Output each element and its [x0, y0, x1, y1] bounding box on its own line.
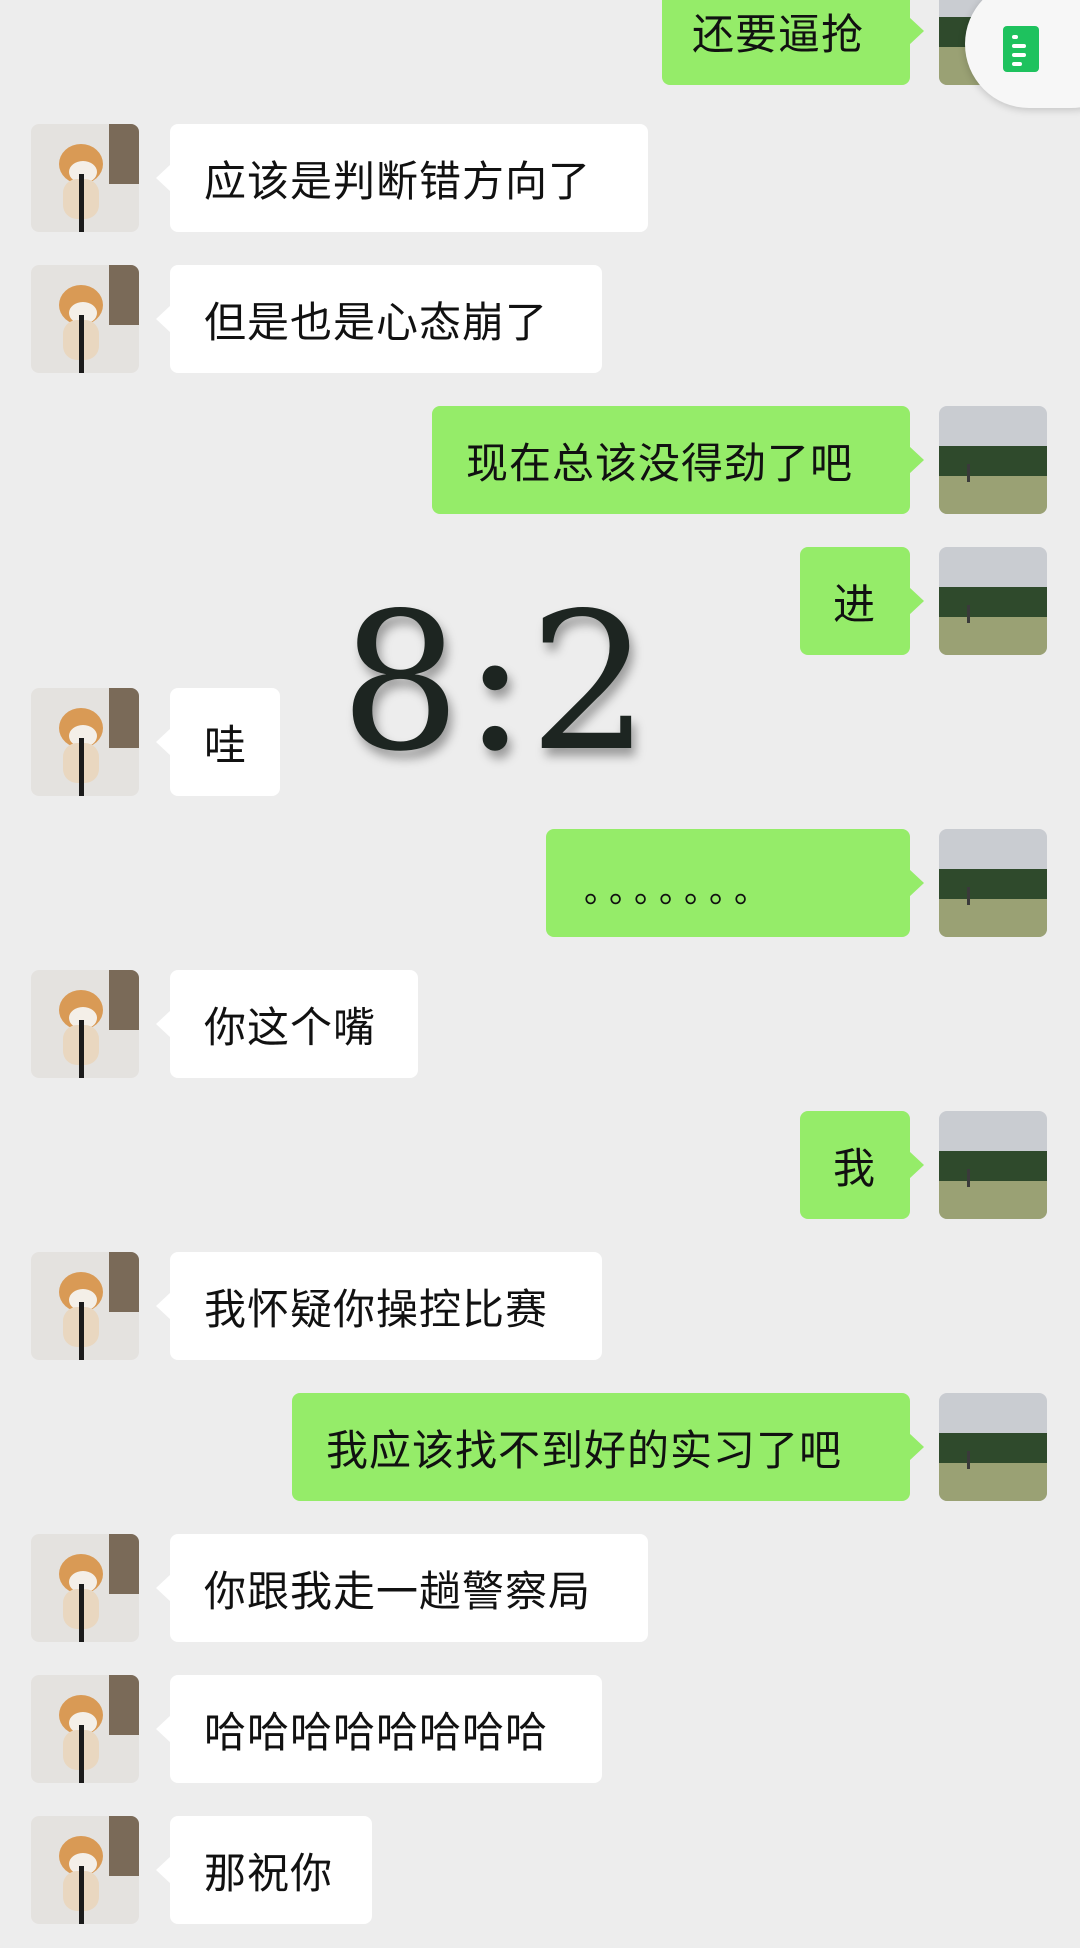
message-text: 我怀疑你操控比赛 [204, 1284, 549, 1334]
message-text: 但是也是心态崩了 [204, 297, 549, 347]
message-bubble-incoming[interactable]: 哇 [156, 688, 280, 796]
contact-avatar[interactable] [31, 970, 139, 1078]
message-text: 还要逼抢 [692, 9, 865, 59]
field-photo-icon [939, 1393, 1047, 1501]
score-overlay-text: 8:2 [340, 572, 652, 793]
message-bubble-outgoing[interactable]: 现在总该没得劲了吧 [432, 406, 924, 514]
field-photo-icon [939, 1111, 1047, 1219]
field-photo-icon [939, 547, 1047, 655]
message-row: 但是也是心态崩了 [0, 265, 1080, 373]
contact-avatar[interactable] [31, 1675, 139, 1783]
contact-avatar[interactable] [31, 688, 139, 796]
shiba-dog-photo-icon [31, 124, 139, 232]
shiba-dog-photo-icon [31, 1252, 139, 1360]
message-text: 应该是判断错方向了 [204, 156, 592, 206]
message-row: 现在总该没得劲了吧 [0, 406, 1080, 514]
field-photo-icon [939, 406, 1047, 514]
contact-avatar[interactable] [31, 1252, 139, 1360]
message-bubble-outgoing[interactable]: 还要逼抢 [662, 0, 924, 85]
shiba-dog-photo-icon [31, 1816, 139, 1924]
my-avatar[interactable] [939, 406, 1047, 514]
message-text: 哈哈哈哈哈哈哈哈 [204, 1707, 549, 1757]
message-row: 哈哈哈哈哈哈哈哈 [0, 1675, 1080, 1783]
my-avatar[interactable] [939, 1111, 1047, 1219]
message-bubble-incoming[interactable]: 我怀疑你操控比赛 [156, 1252, 602, 1360]
message-row: 那祝你 [0, 1816, 1080, 1924]
message-text: 你跟我走一趟警察局 [204, 1566, 592, 1616]
message-bubble-incoming[interactable]: 那祝你 [156, 1816, 372, 1924]
floating-document-button[interactable] [965, 0, 1080, 108]
message-row: 我怀疑你操控比赛 [0, 1252, 1080, 1360]
message-row: 你跟我走一趟警察局 [0, 1534, 1080, 1642]
message-bubble-incoming[interactable]: 应该是判断错方向了 [156, 124, 648, 232]
message-bubble-outgoing[interactable]: 我 [800, 1111, 924, 1219]
my-avatar[interactable] [939, 829, 1047, 937]
message-text: 进 [833, 579, 877, 629]
contact-avatar[interactable] [31, 124, 139, 232]
my-avatar[interactable] [939, 1393, 1047, 1501]
message-row: 还要逼抢 [0, 0, 1080, 85]
message-bubble-outgoing[interactable]: 我应该找不到好的实习了吧 [292, 1393, 924, 1501]
field-photo-icon [939, 829, 1047, 937]
message-text: 现在总该没得劲了吧 [466, 438, 854, 488]
message-bubble-outgoing[interactable]: 。。。。。。。 [546, 829, 924, 937]
shiba-dog-photo-icon [31, 265, 139, 373]
shiba-dog-photo-icon [31, 688, 139, 796]
document-icon [1003, 26, 1039, 72]
message-bubble-incoming[interactable]: 但是也是心态崩了 [156, 265, 602, 373]
contact-avatar[interactable] [31, 1816, 139, 1924]
message-bubble-incoming[interactable]: 你跟我走一趟警察局 [156, 1534, 648, 1642]
message-text: 我 [833, 1143, 877, 1193]
message-bubble-incoming[interactable]: 你这个嘴 [156, 970, 418, 1078]
contact-avatar[interactable] [31, 265, 139, 373]
message-row: 我 [0, 1111, 1080, 1219]
my-avatar[interactable] [939, 547, 1047, 655]
message-bubble-incoming[interactable]: 哈哈哈哈哈哈哈哈 [156, 1675, 602, 1783]
contact-avatar[interactable] [31, 1534, 139, 1642]
message-row: 我应该找不到好的实习了吧 [0, 1393, 1080, 1501]
message-bubble-outgoing[interactable]: 进 [800, 547, 924, 655]
message-text: 哇 [204, 720, 248, 770]
message-text: 。。。。。。。 [584, 870, 776, 911]
message-row: 。。。。。。。 [0, 829, 1080, 937]
shiba-dog-photo-icon [31, 1534, 139, 1642]
shiba-dog-photo-icon [31, 1675, 139, 1783]
message-row: 你这个嘴 [0, 970, 1080, 1078]
message-text: 你这个嘴 [204, 1002, 377, 1052]
shiba-dog-photo-icon [31, 970, 139, 1078]
chat-screen: 还要逼抢 应该是判断错方向了 但是也是心态崩了 现在总该没得劲了吧 进 哇 。。… [0, 0, 1080, 1948]
message-row: 应该是判断错方向了 [0, 124, 1080, 232]
message-text: 我应该找不到好的实习了吧 [326, 1425, 843, 1475]
message-text: 那祝你 [204, 1848, 334, 1898]
